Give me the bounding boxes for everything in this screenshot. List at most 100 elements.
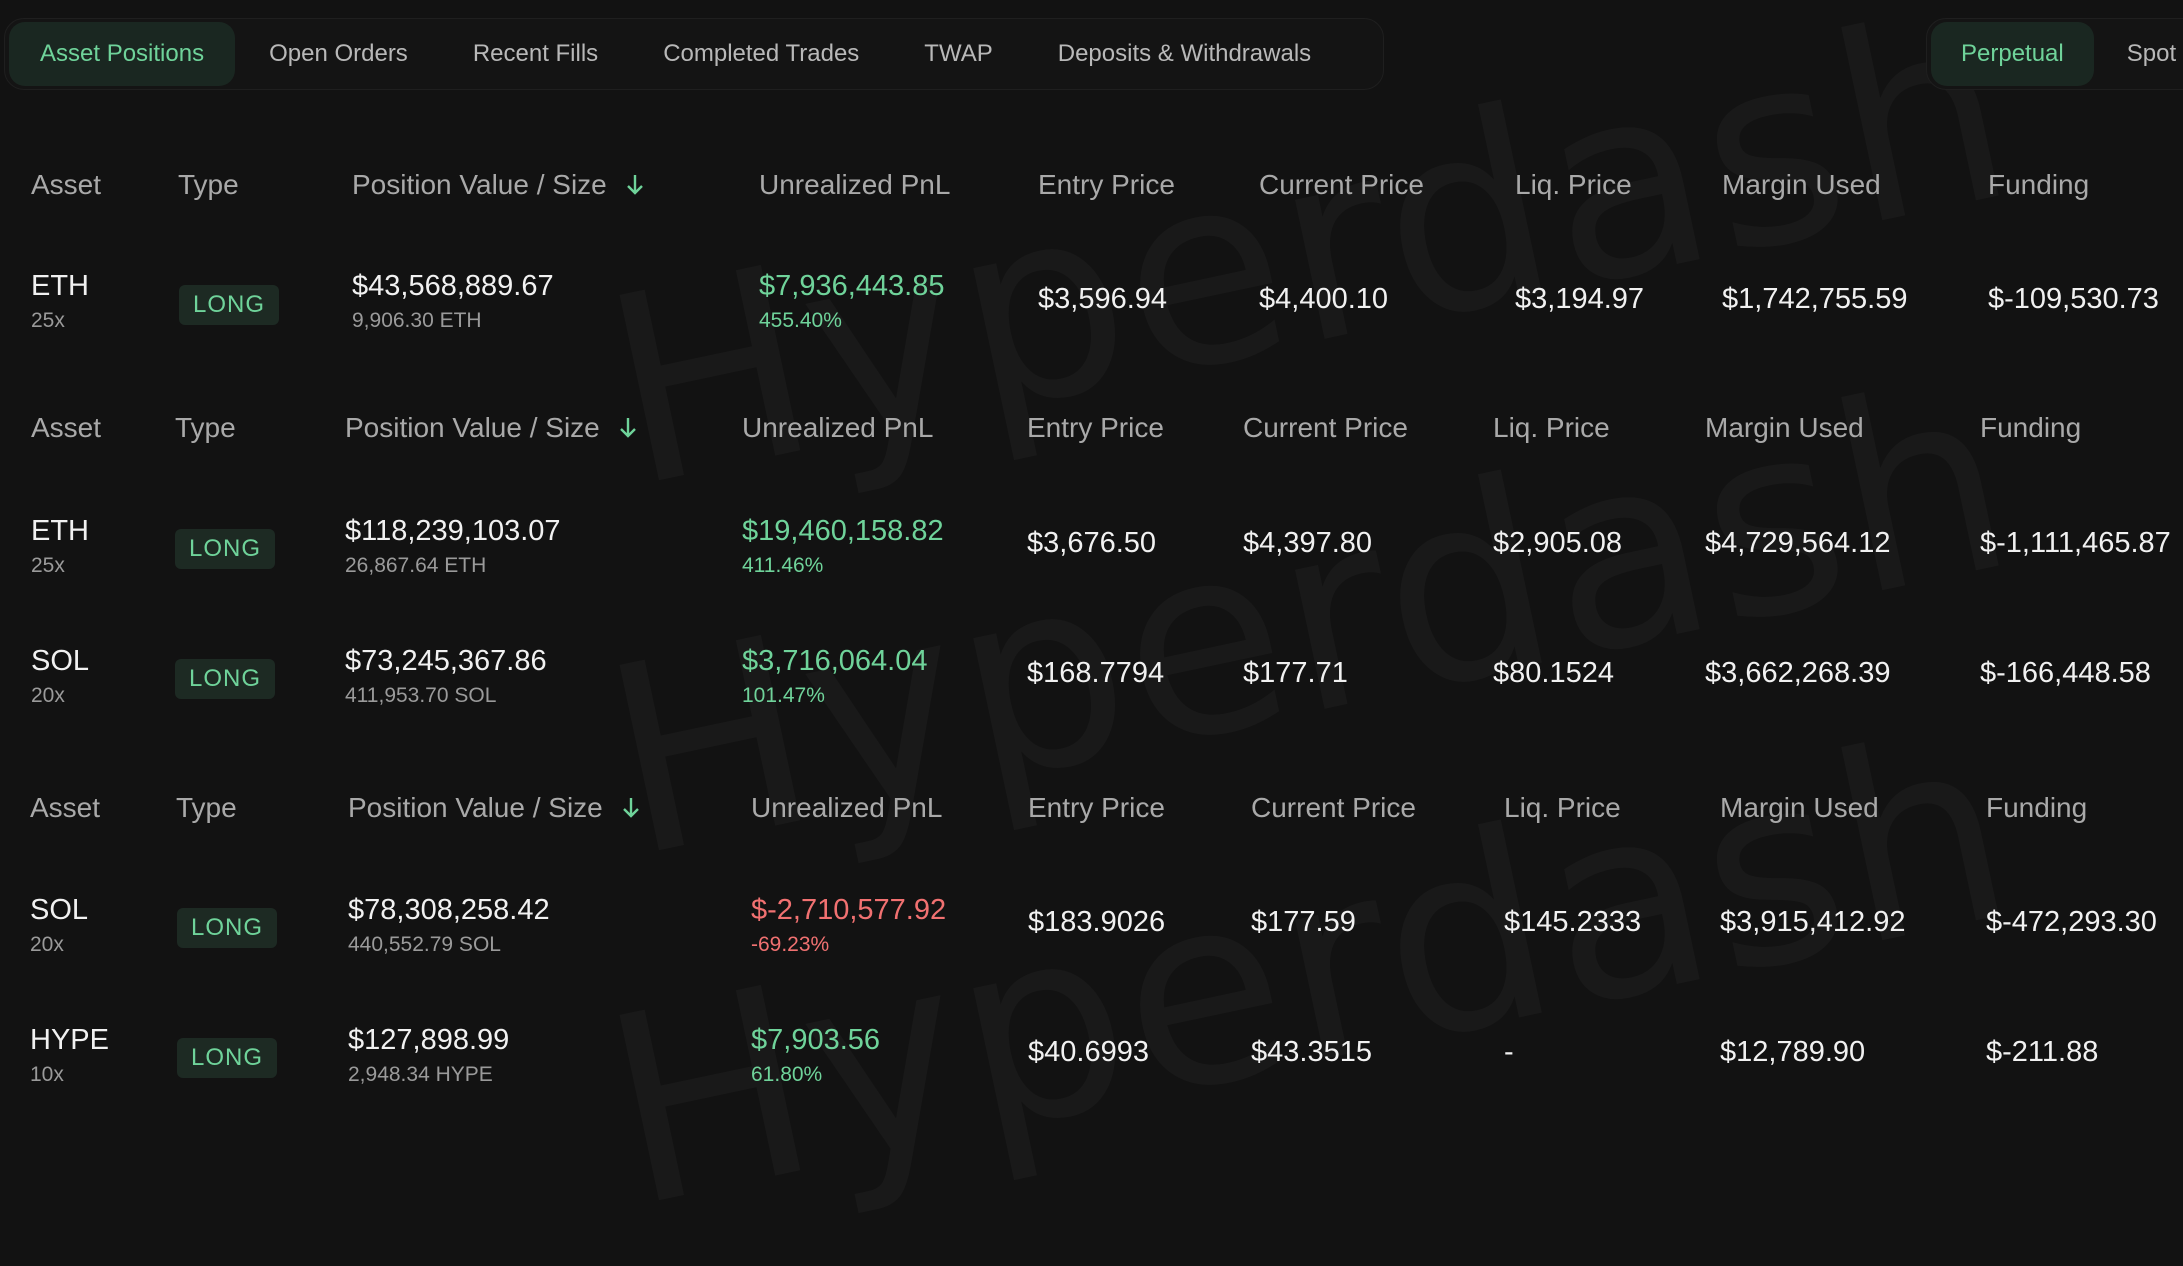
current-price: $177.71 bbox=[1243, 657, 1348, 689]
position-value: $43,568,889.67 bbox=[352, 270, 554, 302]
tab-deposits-withdrawals[interactable]: Deposits & Withdrawals bbox=[1027, 22, 1342, 86]
header-position-value-label: Position Value / Size bbox=[345, 412, 600, 443]
pnl-percent: 101.47% bbox=[742, 684, 825, 707]
entry-price: $3,676.50 bbox=[1027, 527, 1157, 559]
pnl-percent: 411.46% bbox=[742, 554, 824, 577]
unrealized-pnl: $7,936,443.85 bbox=[759, 270, 945, 302]
asset-name: SOL bbox=[30, 894, 89, 926]
pnl-cell: $-2,710,577.92 -69.23% bbox=[751, 894, 946, 957]
funding: $-109,530.73 bbox=[1988, 283, 2159, 315]
margin-used: $3,915,412.92 bbox=[1720, 906, 1906, 938]
pnl-percent: -69.23% bbox=[751, 933, 830, 956]
liq-price: - bbox=[1504, 1036, 1514, 1068]
margin-used: $12,789.90 bbox=[1720, 1036, 1866, 1068]
header-current-price[interactable]: Current Price bbox=[1243, 408, 1408, 448]
header-pnl[interactable]: Unrealized PnL bbox=[742, 408, 933, 448]
position-value: $73,245,367.86 bbox=[345, 645, 547, 677]
asset-cell: SOL 20x bbox=[30, 894, 88, 957]
position-value-cell: $78,308,258.42 440,552.79 SOL bbox=[348, 894, 550, 957]
position-type-badge: LONG bbox=[179, 285, 280, 325]
position-type-badge: LONG bbox=[175, 659, 276, 699]
header-position-value[interactable]: Position Value / Size bbox=[345, 408, 638, 448]
header-current-price[interactable]: Current Price bbox=[1251, 788, 1416, 828]
sort-arrow-down-icon[interactable] bbox=[618, 416, 638, 440]
header-asset[interactable]: Asset bbox=[31, 408, 101, 448]
current-price: $4,400.10 bbox=[1259, 283, 1389, 315]
leverage: 25x bbox=[31, 554, 65, 577]
unrealized-pnl: $7,903.56 bbox=[751, 1024, 881, 1056]
tab-asset-positions[interactable]: Asset Positions bbox=[9, 22, 236, 86]
watermark: Hyperdash bbox=[584, 676, 2035, 1266]
header-position-value[interactable]: Position Value / Size bbox=[352, 165, 645, 205]
tab-perpetual[interactable]: Perpetual bbox=[1931, 22, 2094, 86]
header-entry-price[interactable]: Entry Price bbox=[1038, 165, 1175, 205]
header-funding[interactable]: Funding bbox=[1986, 788, 2087, 828]
position-value-cell: $43,568,889.67 9,906.30 ETH bbox=[352, 270, 554, 333]
position-value-cell: $73,245,367.86 411,953.70 SOL bbox=[345, 645, 547, 708]
asset-cell: HYPE 10x bbox=[30, 1024, 109, 1087]
header-liq-price[interactable]: Liq. Price bbox=[1504, 788, 1621, 828]
sort-arrow-down-icon[interactable] bbox=[625, 173, 645, 197]
pnl-cell: $3,716,064.04 101.47% bbox=[742, 645, 927, 708]
current-price: $177.59 bbox=[1251, 906, 1356, 938]
header-margin-used[interactable]: Margin Used bbox=[1705, 408, 1864, 448]
header-pnl[interactable]: Unrealized PnL bbox=[751, 788, 942, 828]
header-margin-used[interactable]: Margin Used bbox=[1720, 788, 1879, 828]
entry-price: $183.9026 bbox=[1028, 906, 1166, 938]
position-type-badge: LONG bbox=[177, 908, 278, 948]
header-type[interactable]: Type bbox=[178, 165, 239, 205]
tab-spot[interactable]: Spot bbox=[2097, 22, 2183, 86]
header-position-value-label: Position Value / Size bbox=[352, 169, 607, 200]
tab-recent-fills[interactable]: Recent Fills bbox=[442, 22, 629, 86]
header-position-value-label: Position Value / Size bbox=[348, 792, 603, 823]
asset-name: HYPE bbox=[30, 1024, 109, 1056]
position-value-cell: $118,239,103.07 26,867.64 ETH bbox=[345, 515, 561, 578]
position-size: 9,906.30 ETH bbox=[352, 309, 482, 332]
asset-name: ETH bbox=[31, 270, 89, 302]
position-size: 411,953.70 SOL bbox=[345, 684, 497, 707]
header-type[interactable]: Type bbox=[176, 788, 237, 828]
header-asset[interactable]: Asset bbox=[31, 165, 101, 205]
header-type[interactable]: Type bbox=[175, 408, 236, 448]
position-size: 2,948.34 HYPE bbox=[348, 1063, 493, 1086]
liq-price: $80.1524 bbox=[1493, 657, 1614, 689]
asset-cell: SOL 20x bbox=[31, 645, 89, 708]
header-pnl[interactable]: Unrealized PnL bbox=[759, 165, 950, 205]
tab-completed-trades[interactable]: Completed Trades bbox=[632, 22, 890, 86]
header-funding[interactable]: Funding bbox=[1980, 408, 2081, 448]
header-margin-used[interactable]: Margin Used bbox=[1722, 165, 1881, 205]
sort-arrow-down-icon[interactable] bbox=[621, 796, 641, 820]
liq-price: $3,194.97 bbox=[1515, 283, 1645, 315]
unrealized-pnl: $-2,710,577.92 bbox=[751, 894, 947, 926]
leverage: 20x bbox=[31, 684, 65, 707]
header-liq-price[interactable]: Liq. Price bbox=[1493, 408, 1610, 448]
position-size: 440,552.79 SOL bbox=[348, 933, 501, 956]
funding: $-211.88 bbox=[1986, 1036, 2099, 1068]
position-value: $127,898.99 bbox=[348, 1024, 510, 1056]
header-asset[interactable]: Asset bbox=[30, 788, 100, 828]
funding: $-472,293.30 bbox=[1986, 906, 2157, 938]
margin-used: $4,729,564.12 bbox=[1705, 527, 1891, 559]
header-liq-price[interactable]: Liq. Price bbox=[1515, 165, 1632, 205]
positions-tab-bar: Asset Positions Open Orders Recent Fills… bbox=[4, 18, 1384, 90]
pnl-cell: $19,460,158.82 411.46% bbox=[742, 515, 944, 578]
header-entry-price[interactable]: Entry Price bbox=[1027, 408, 1164, 448]
pnl-cell: $7,936,443.85 455.40% bbox=[759, 270, 944, 333]
current-price: $4,397.80 bbox=[1243, 527, 1373, 559]
market-type-tab-bar: Perpetual Spot bbox=[1926, 18, 2183, 90]
asset-cell: ETH 25x bbox=[31, 515, 89, 578]
header-funding[interactable]: Funding bbox=[1988, 165, 2089, 205]
margin-used: $1,742,755.59 bbox=[1722, 283, 1908, 315]
header-position-value[interactable]: Position Value / Size bbox=[348, 788, 641, 828]
position-value: $118,239,103.07 bbox=[345, 515, 561, 547]
current-price: $43.3515 bbox=[1251, 1036, 1372, 1068]
leverage: 20x bbox=[30, 933, 64, 956]
header-current-price[interactable]: Current Price bbox=[1259, 165, 1424, 205]
liq-price: $145.2333 bbox=[1504, 906, 1642, 938]
tab-open-orders[interactable]: Open Orders bbox=[238, 22, 439, 86]
funding: $-1,111,465.87 bbox=[1980, 527, 2171, 559]
leverage: 10x bbox=[30, 1063, 64, 1086]
tab-twap[interactable]: TWAP bbox=[893, 22, 1023, 86]
header-entry-price[interactable]: Entry Price bbox=[1028, 788, 1165, 828]
unrealized-pnl: $3,716,064.04 bbox=[742, 645, 928, 677]
